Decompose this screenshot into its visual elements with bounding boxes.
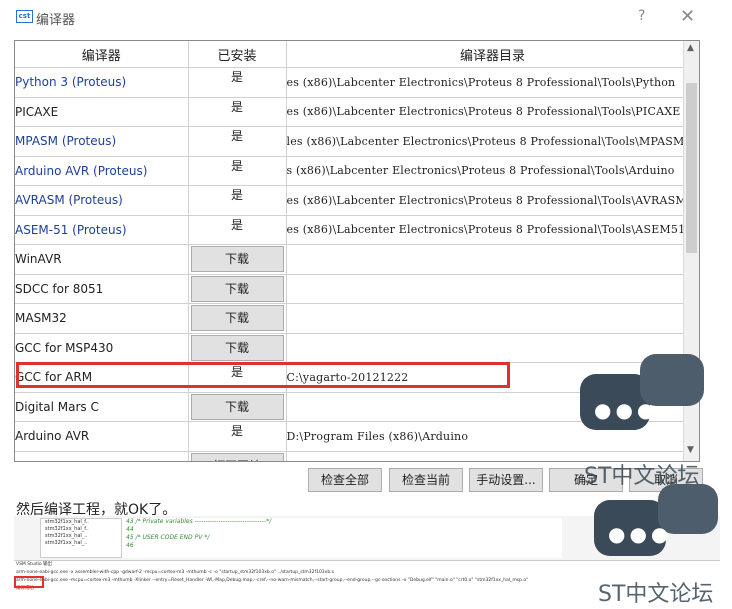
table-row[interactable]: Arduino AVR (Proteus) 是 s (x86)\Labcenter … xyxy=(15,156,699,186)
table-row[interactable]: SDCC for 8051 下载 xyxy=(15,274,699,304)
compiler-name: MASM32 xyxy=(15,303,189,334)
download-button[interactable]: 下载 xyxy=(190,305,284,331)
table-row[interactable]: ASEM-51 (Proteus) 是 es (x86)\Labcenter Ele… xyxy=(15,215,699,245)
compiler-name: WinAVR xyxy=(15,244,189,275)
compiler-name: Python 3 (Proteus) xyxy=(15,67,189,98)
installed-cell: 是 xyxy=(188,421,287,452)
table-header-row: 编译器 已安装 编译器目录 xyxy=(15,41,699,68)
compiler-directory[interactable] xyxy=(286,303,699,334)
column-header-compiler[interactable]: 编译器 xyxy=(15,41,189,68)
project-tree: stm32f1xx_hal_f.. stm32f1xx_hal_f.. stm3… xyxy=(40,518,122,558)
code-editor: 43 /* Private variables ----------------… xyxy=(122,518,562,558)
check-current-button[interactable]: 检查当前 xyxy=(389,468,463,492)
compiler-name: ASEM-51 (Proteus) xyxy=(15,215,189,245)
code-line: 43 /* Private variables ----------------… xyxy=(126,518,272,525)
compiler-directory[interactable]: es (x86)\Labcenter Electronics\Proteus 8… xyxy=(286,215,699,245)
installed-value: 是 xyxy=(230,217,243,232)
close-button[interactable]: ✕ xyxy=(680,6,695,27)
table-row[interactable]: MASM32 下载 xyxy=(15,303,699,334)
column-header-installed[interactable]: 已安装 xyxy=(188,41,287,68)
code-line: 46 xyxy=(126,542,134,549)
installed-cell: 是 xyxy=(188,215,287,245)
compiler-name: GCC for MSP430 xyxy=(15,333,189,363)
installed-cell: 是 xyxy=(188,97,287,127)
download-button[interactable]: 打开网站 xyxy=(190,452,284,461)
tree-item: stm32f1xx_hal_f.. xyxy=(45,519,89,525)
installed-value: 是 xyxy=(230,99,243,114)
compiler-name: Arduino AVR xyxy=(15,421,189,452)
installed-cell: 下载 xyxy=(188,274,287,304)
check-all-button[interactable]: 检查全部 xyxy=(308,468,382,492)
code-line: 45 /* USER CODE END PV */ xyxy=(126,534,210,541)
column-header-directory[interactable]: 编译器目录 xyxy=(286,41,699,68)
installed-value: 是 xyxy=(230,70,243,84)
table-row[interactable]: PICAXE 是 es (x86)\Labcenter Electronics\Pr… xyxy=(15,97,699,127)
installed-cell: 是 xyxy=(188,185,287,216)
download-button[interactable]: 下载 xyxy=(190,334,284,361)
title-bar: cst 编译器 ? ✕ xyxy=(0,0,732,34)
compiler-directory[interactable]: s (x86)\Labcenter Electronics\Proteus 8 … xyxy=(286,156,699,186)
compiler-name: MPASM (Proteus) xyxy=(15,126,189,157)
download-button[interactable]: 下载 xyxy=(190,246,284,272)
code-line: 44 xyxy=(126,526,134,533)
download-button[interactable]: 下载 xyxy=(190,393,284,420)
help-button[interactable]: ? xyxy=(638,8,645,24)
tree-item: stm32f1xx_hal_f.. xyxy=(45,526,89,532)
compiler-directory[interactable]: es (x86)\Labcenter Electronics\Proteus 8… xyxy=(286,185,699,216)
download-button[interactable]: 下载 xyxy=(190,275,284,302)
manual-setup-button[interactable]: 手动设置... xyxy=(469,468,543,492)
installed-cell: 下载 xyxy=(188,244,287,275)
compiler-directory[interactable] xyxy=(286,244,699,275)
scrollbar-thumb[interactable] xyxy=(686,83,697,253)
table-row[interactable]: AVRASM (Proteus) 是 es (x86)\Labcenter Elec… xyxy=(15,185,699,216)
compiler-directory[interactable]: es (x86)\Labcenter Electronics\Proteus 8… xyxy=(286,67,699,98)
build-output-title: VSM Studio 输出 xyxy=(16,562,53,567)
compiler-directory[interactable] xyxy=(286,333,699,363)
highlight-box-small xyxy=(14,576,44,588)
scroll-down-icon[interactable]: ▼ xyxy=(687,445,694,455)
tree-item: stm32f1xx_hal_.. xyxy=(45,533,88,539)
installed-value: 是 xyxy=(230,158,243,173)
installed-cell: 打开网站 xyxy=(188,451,287,461)
installed-cell: 下载 xyxy=(188,392,287,422)
scroll-up-icon[interactable]: ▲ xyxy=(687,43,694,53)
compiler-name: BASCOM-AVR xyxy=(15,451,189,461)
highlight-box xyxy=(16,362,510,388)
compiler-directory[interactable]: es (x86)\Labcenter Electronics\Proteus 8… xyxy=(286,97,699,127)
compiler-name: SDCC for 8051 xyxy=(15,274,189,304)
installed-value: 是 xyxy=(230,424,243,438)
compiler-name: AVRASM (Proteus) xyxy=(15,185,189,216)
installed-value: 是 xyxy=(230,129,243,143)
window-title: 编译器 xyxy=(36,13,76,28)
compiler-name: PICAXE xyxy=(15,97,189,127)
installed-cell: 是 xyxy=(188,126,287,157)
compiler-name: Arduino AVR (Proteus) xyxy=(15,156,189,186)
installed-cell: 下载 xyxy=(188,333,287,363)
installed-cell: 是 xyxy=(188,156,287,186)
watermark-text-2: ST中文论坛 xyxy=(598,582,714,607)
installed-value: 是 xyxy=(230,188,243,202)
table-row[interactable]: WinAVR 下载 xyxy=(15,244,699,275)
table-row[interactable]: Python 3 (Proteus) 是 es (x86)\Labcenter El… xyxy=(15,67,699,98)
tree-item: stm32f1xx_hal_.. xyxy=(45,540,88,546)
app-icon: cst xyxy=(16,10,33,23)
compiler-name: Digital Mars C xyxy=(15,392,189,422)
installed-cell: 下载 xyxy=(188,303,287,334)
table-row[interactable]: MPASM (Proteus) 是 les (x86)\Labcenter Elec… xyxy=(15,126,699,157)
installed-cell: 是 xyxy=(188,67,287,98)
compiler-directory[interactable]: les (x86)\Labcenter Electronics\Proteus … xyxy=(286,126,699,157)
table-row[interactable]: GCC for MSP430 下载 xyxy=(15,333,699,363)
compiler-directory[interactable] xyxy=(286,274,699,304)
